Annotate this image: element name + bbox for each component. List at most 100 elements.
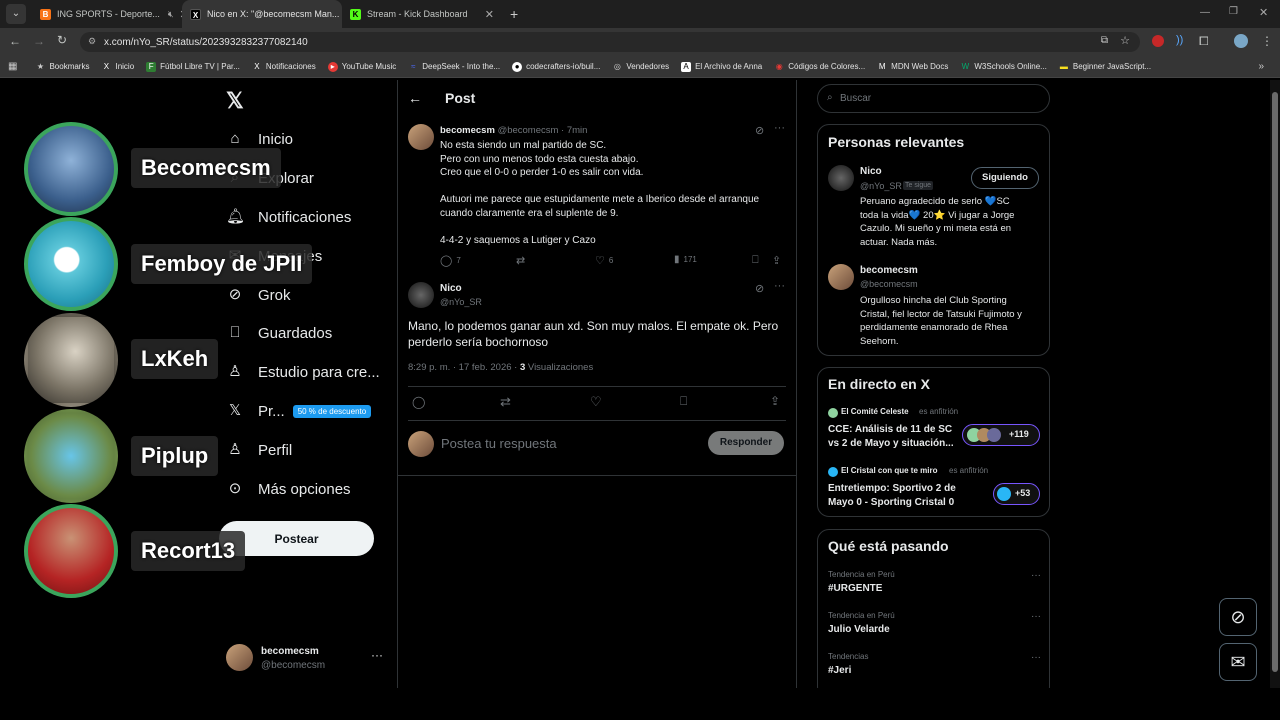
nav-profile[interactable]: ♙ Perfil: [226, 441, 292, 459]
author-name[interactable]: becomecsm: [440, 125, 495, 136]
tweet-author-line: becomecsm @becomecsm · 7min: [440, 125, 587, 136]
bookmark-item[interactable]: X Notificaciones: [252, 62, 315, 72]
person-icon: ♙: [228, 441, 242, 458]
bookmark-item[interactable]: ● codecrafters-io/buil...: [512, 61, 600, 72]
extensions-puzzle-icon[interactable]: ⧠: [1199, 34, 1209, 49]
nav-grok[interactable]: ⊘ Grok: [226, 286, 291, 304]
scrollbar-thumb[interactable]: [1272, 92, 1278, 672]
tab-ing-sports[interactable]: B ING SPORTS - Deporte... 🔇︎ ✕: [32, 0, 182, 28]
close-tab-icon[interactable]: ✕: [479, 8, 494, 21]
grok-icon[interactable]: ⊘: [755, 282, 764, 295]
trend-item[interactable]: Tendencias #Jeri ···: [828, 652, 1041, 682]
tab-search-icon[interactable]: ⌄: [6, 4, 26, 24]
avatar[interactable]: [408, 282, 434, 308]
bookmarks-bar: ▦ ★ Bookmarks X Inicio F Fútbol Libre TV | …: [0, 56, 1280, 78]
more-dots-icon[interactable]: ···: [1031, 570, 1041, 581]
forward-icon[interactable]: →: [33, 34, 45, 48]
nav-more[interactable]: ⊙ Más opciones: [226, 480, 351, 498]
nav-premium[interactable]: 𝕏 Pr... 50 % de descuento: [226, 402, 372, 420]
trend-item[interactable]: Tendencia en Perú Julio Velarde ···: [828, 611, 1041, 641]
nav-creator-studio[interactable]: ♙ Estudio para cre...: [226, 363, 379, 381]
url-field[interactable]: ⚙ x.com/nYo_SR/status/202393283237708214…: [80, 32, 1140, 52]
avatar[interactable]: [828, 165, 854, 191]
install-app-icon[interactable]: ⧉: [1101, 35, 1108, 46]
bookmark-item[interactable]: A El Archivo de Anna: [681, 61, 762, 72]
nav-notifications[interactable]: 🔔︎ Notificaciones: [226, 208, 351, 226]
back-arrow-icon[interactable]: ←: [408, 90, 422, 106]
bookmark-icon[interactable]: ⎕: [680, 394, 687, 409]
bookmark-item[interactable]: ▸ YouTube Music: [327, 61, 396, 72]
more-dots-icon[interactable]: ···: [774, 280, 785, 292]
grok-icon[interactable]: ⊘: [755, 124, 764, 137]
menu-kebab-icon[interactable]: ⋮: [1261, 34, 1273, 48]
reply-icon: ◯: [440, 255, 453, 267]
tab-x-post[interactable]: X Nico en X: "@becomecsm Man... ✕: [182, 0, 342, 28]
avatar[interactable]: [828, 264, 854, 290]
discount-badge: 50 % de descuento: [292, 404, 372, 418]
repost-icon[interactable]: ⇄: [500, 394, 511, 410]
following-button[interactable]: Siguiendo: [971, 167, 1039, 189]
space-item[interactable]: El Comité Celeste es anfitrión CCE: Anál…: [828, 406, 1043, 454]
bookmark-item[interactable]: ◎ Vendedores: [612, 62, 669, 72]
search-input[interactable]: ⌕ Buscar: [817, 84, 1050, 113]
bookmark-icon: ⎕: [752, 254, 759, 266]
avatar[interactable]: [408, 124, 434, 150]
futbol-libre-icon: F: [146, 61, 157, 72]
overlay-name-label: Femboy de JPII: [131, 244, 313, 284]
bookmark-button[interactable]: ⎕: [752, 254, 759, 267]
like-button[interactable]: ♡ 6: [595, 254, 613, 267]
more-dots-icon[interactable]: ···: [774, 122, 785, 134]
divider: [408, 386, 786, 387]
site-info-icon[interactable]: ⚙: [88, 36, 96, 47]
repost-button[interactable]: ⇄: [516, 254, 525, 267]
tweet-text: Mano, lo podemos ganar aun xd. Son muy m…: [408, 319, 779, 349]
reply-button[interactable]: Responder: [708, 431, 784, 455]
parent-tweet[interactable]: becomecsm @becomecsm · 7min ⊘ ··· No est…: [398, 118, 796, 278]
extension-red-icon[interactable]: [1152, 35, 1164, 47]
space-item[interactable]: El Cristal con que te miro es anfitrión …: [828, 465, 1043, 513]
heart-icon[interactable]: ♡: [590, 394, 602, 410]
nav-home[interactable]: ⌂ Inicio: [226, 130, 293, 148]
account-switcher[interactable]: becomecsm @becomecsm ···: [226, 644, 386, 674]
bookmark-item[interactable]: W W3Schools Online...: [960, 62, 1047, 72]
bookmark-item[interactable]: X Inicio: [101, 62, 134, 72]
bookmark-item[interactable]: ≈ DeepSeek - Into the...: [408, 62, 500, 72]
extension-wave-icon[interactable]: )): [1176, 34, 1183, 46]
x-logo-icon: X: [103, 61, 110, 71]
back-icon[interactable]: ←: [9, 34, 21, 48]
restore-icon[interactable]: ❐: [1229, 6, 1238, 17]
bookmark-item[interactable]: ◉ Códigos de Colores...: [774, 62, 865, 72]
share-icon[interactable]: ⇪: [770, 394, 780, 408]
close-window-icon[interactable]: ✕: [1259, 6, 1268, 19]
reply-input[interactable]: Postea tu respuesta: [441, 436, 557, 451]
more-bookmarks-icon[interactable]: »: [1258, 61, 1264, 72]
reload-icon[interactable]: ↻: [57, 33, 67, 47]
bookmark-item[interactable]: M MDN Web Docs: [877, 62, 949, 72]
author-name[interactable]: Nico: [440, 283, 462, 294]
profile-avatar-icon[interactable]: [1234, 34, 1248, 48]
minimize-icon[interactable]: —: [1200, 7, 1210, 18]
tab-kick-dashboard[interactable]: K Stream - Kick Dashboard ✕: [342, 0, 502, 28]
close-tab-icon[interactable]: ✕: [174, 8, 182, 21]
bookmark-item[interactable]: ★ Bookmarks: [35, 62, 90, 72]
new-tab-icon[interactable]: +: [510, 6, 518, 22]
grok-fab-icon[interactable]: ⊘: [1219, 598, 1257, 636]
nav-bookmarks[interactable]: ⎕ Guardados: [226, 324, 332, 342]
messages-fab-icon[interactable]: ✉: [1219, 643, 1257, 681]
scrollbar[interactable]: [1270, 80, 1280, 688]
more-dots-icon[interactable]: ···: [1031, 611, 1041, 622]
reply-button[interactable]: ◯ 7: [440, 254, 461, 267]
apps-grid-icon[interactable]: ▦: [8, 61, 17, 72]
more-dots-icon[interactable]: ···: [1031, 652, 1041, 663]
bookmark-item[interactable]: ▬ Beginner JavaScript...: [1059, 62, 1151, 72]
x-logo-icon[interactable]: 𝕏: [226, 88, 244, 114]
trend-item[interactable]: Tendencia en Perú #URGENTE ···: [828, 570, 1041, 600]
bookmark-star-icon[interactable]: ☆: [1120, 34, 1130, 47]
address-bar-row: ← → ↻ ⚙ x.com/nYo_SR/status/202393283237…: [0, 28, 1280, 56]
bookmark-item[interactable]: F Fútbol Libre TV | Par...: [146, 61, 240, 72]
views-button[interactable]: ▮ 171: [674, 254, 697, 265]
share-button[interactable]: ⇪: [772, 254, 781, 267]
more-dots-icon[interactable]: ···: [371, 648, 383, 662]
listeners-pill: +119: [962, 424, 1040, 446]
reply-icon[interactable]: ◯: [412, 395, 425, 409]
